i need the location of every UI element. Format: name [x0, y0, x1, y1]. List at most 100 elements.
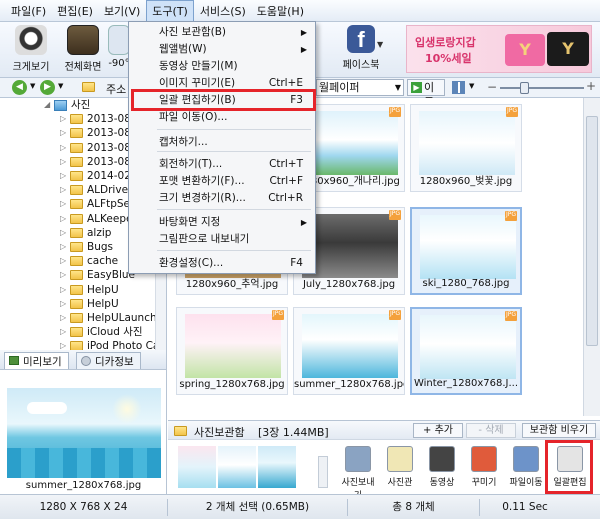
expand-icon[interactable]: ▷ [60, 169, 68, 183]
expand-icon[interactable]: ▷ [60, 212, 68, 226]
tools-dropdown-menu: 사진 보관함(B) ▶ 웹앨범(W) ▶ 동영상 만들기(M) 이미지 꾸미기(E) Ctr… [128, 21, 316, 274]
expand-icon[interactable]: ▷ [60, 126, 68, 140]
tools-menu-item[interactable]: 웹앨범(W) ▶ [131, 41, 313, 58]
menu-help[interactable]: 도움말(H) [252, 1, 309, 21]
tree-item[interactable]: ▷ iPod Photo Cac [0, 339, 166, 350]
expand-icon[interactable]: ▷ [60, 283, 68, 297]
photobox-empty-button[interactable]: 보관함 비우기 [522, 423, 596, 438]
photobox-delete-button[interactable]: - 삭제 [466, 423, 516, 438]
photobox-scrollbar[interactable] [318, 456, 328, 488]
expand-icon[interactable]: ▷ [60, 197, 68, 211]
photobox-action-button[interactable]: 파일이동 [506, 444, 546, 492]
expand-icon[interactable]: ▷ [60, 226, 68, 240]
tree-item-label: HelpU [87, 297, 119, 310]
tab-camera-info[interactable]: 디카정보 [76, 352, 141, 369]
expand-icon[interactable]: ▷ [60, 141, 68, 155]
zoom-view-label: 크게보기 [12, 62, 50, 73]
thumbnail-label: ski_1280_768.jpg [422, 278, 510, 289]
address-input[interactable]: 월페이퍼 ▼ [316, 79, 404, 96]
expand-icon[interactable]: ▷ [60, 183, 68, 197]
submenu-arrow-icon: ▶ [300, 45, 307, 54]
expand-icon[interactable]: ▷ [60, 240, 68, 254]
thumbnail-image [302, 111, 398, 175]
forward-icon[interactable]: ▶ [40, 80, 55, 95]
expand-icon[interactable]: ▷ [60, 325, 68, 339]
tools-menu-item[interactable]: 회전하기(T)... Ctrl+T [131, 156, 313, 173]
pictures-folder-icon [54, 99, 67, 111]
up-folder-icon[interactable] [82, 82, 95, 92]
menu-file[interactable]: 파일(F) [6, 1, 51, 21]
photobox-action-label: 꾸미기 [471, 478, 497, 488]
tab-preview[interactable]: 미리보기 [4, 352, 69, 369]
menu-service[interactable]: 서비스(S) [195, 1, 251, 21]
photobox-action-button[interactable]: 동영상 [422, 444, 462, 492]
gallery-scroll-thumb[interactable] [586, 116, 598, 346]
tools-menu-item[interactable]: 동영상 만들기(M) [131, 58, 313, 75]
tools-menu-item[interactable]: 파일 이동(O)... [131, 109, 313, 126]
menu-view[interactable]: 보기(V) [99, 1, 145, 21]
ad-banner[interactable]: 입생로랑지갑 10%세일 Y Y [406, 25, 592, 73]
back-icon[interactable]: ◀ [12, 80, 27, 95]
go-button[interactable]: ▶ 이동 [407, 79, 445, 109]
zoom-out-icon[interactable]: − [487, 80, 497, 94]
thumbnail-item[interactable]: JPG ski_1280_768.jpg [410, 207, 522, 295]
tools-menu-item[interactable]: 그림판으로 내보내기 [131, 231, 313, 248]
tools-menu-shortcut: Ctrl+T [269, 158, 303, 170]
photobox-action-button[interactable]: 꾸미기 [464, 444, 504, 492]
thumbnail-item[interactable]: JPG spring_1280x768.jpg [176, 307, 288, 395]
tools-menu-item[interactable]: 바탕화면 지정 ▶ [131, 214, 313, 231]
expand-icon[interactable]: ▷ [60, 339, 68, 350]
view-grid-icon[interactable] [452, 81, 465, 94]
tree-item[interactable]: ▷ HelpULaunche [0, 311, 166, 325]
tools-menu-item[interactable]: 캡처하기... [131, 134, 313, 151]
tools-menu-item[interactable]: 사진 보관함(B) ▶ [131, 24, 313, 41]
zoom-in-icon[interactable]: + [586, 79, 596, 93]
photobox-thumb[interactable] [258, 446, 296, 488]
fullscreen-button[interactable]: 전체화면 [55, 25, 111, 75]
photobox-thumb[interactable] [178, 446, 216, 488]
folder-icon [70, 227, 83, 238]
expand-icon[interactable]: ▷ [60, 311, 68, 325]
expand-icon[interactable]: ▷ [60, 155, 68, 169]
expand-icon[interactable]: ▷ [60, 254, 68, 268]
photobox-pane: 사진보내기사진관동영상꾸미기파일이동일괄편집 [168, 440, 600, 501]
forward-dropdown-icon[interactable]: ▼ [58, 82, 63, 90]
status-bar: 1280 X 768 X 24 2 개체 선택 (0.65MB) 총 8 개체 … [0, 494, 600, 519]
expand-icon[interactable]: ▷ [60, 268, 68, 282]
expand-icon[interactable]: ▷ [60, 112, 68, 126]
photobox-action-button[interactable]: 사진보내기 [338, 444, 378, 501]
preview-sun [112, 394, 142, 424]
fullscreen-label: 전체화면 [64, 62, 102, 73]
tools-menu-item-label: 회전하기(T)... [159, 158, 223, 170]
expand-icon[interactable]: ▷ [60, 297, 68, 311]
tree-item[interactable]: ▷ iCloud 사진 [0, 325, 166, 339]
gallery-scrollbar[interactable] [583, 98, 600, 416]
thumbnail-item[interactable]: JPG Winter_1280x768.J... [410, 307, 522, 395]
photobox-thumb[interactable] [218, 446, 256, 488]
tools-menu-shortcut: Ctrl+R [268, 192, 303, 204]
tree-item-label: cache [87, 255, 119, 268]
tools-menu-item[interactable]: 크기 변경하기(R)... Ctrl+R [131, 190, 313, 207]
thumbnail-size-slider[interactable] [500, 87, 584, 89]
menu-edit[interactable]: 편집(E) [52, 1, 98, 21]
menu-separator [157, 151, 311, 152]
tools-menu-item[interactable]: 포맷 변환하기(F)... Ctrl+F [131, 173, 313, 190]
address-dropdown-icon[interactable]: ▼ [395, 80, 401, 95]
tools-menu-item[interactable]: 환경설정(C)... F4 [131, 255, 313, 272]
facebook-dropdown-icon[interactable]: ▼ [377, 40, 383, 49]
menu-tools[interactable]: 도구(T) [146, 0, 194, 22]
slider-thumb[interactable] [520, 82, 529, 94]
tree-item[interactable]: ▷ HelpU [0, 297, 166, 311]
back-dropdown-icon[interactable]: ▼ [30, 82, 35, 90]
facebook-button[interactable]: f 페이스북 [330, 25, 392, 75]
zoom-view-button[interactable]: 크게보기 [3, 25, 59, 75]
thumbnail-item[interactable]: JPG summer_1280x768.jpg [293, 307, 405, 395]
address-label: 주소 [106, 83, 127, 96]
thumbnail-item[interactable]: JPG 1280x960_벚꽃.jpg [410, 104, 522, 192]
photobox-add-button[interactable]: + 추가 [413, 423, 463, 438]
photobox-action-button[interactable]: 사진관 [380, 444, 420, 492]
folder-icon [70, 327, 83, 338]
tree-item[interactable]: ▷ HelpU [0, 282, 166, 296]
view-dropdown-icon[interactable]: ▼ [469, 82, 474, 90]
collapse-icon[interactable]: ◢ [44, 98, 52, 112]
